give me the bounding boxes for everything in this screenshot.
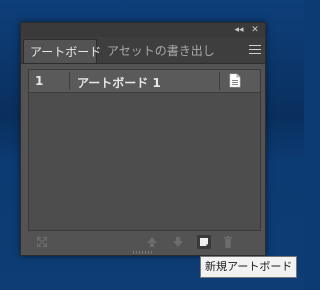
artboard-options-icon[interactable] bbox=[229, 73, 241, 88]
artboard-row[interactable]: 1 アートボード 1 bbox=[29, 70, 260, 93]
move-down-icon[interactable] bbox=[171, 235, 185, 249]
panel-title-bar[interactable]: ◂◂ ✕ bbox=[21, 23, 265, 37]
artboard-list: 1 アートボード 1 bbox=[28, 69, 261, 231]
rearrange-icon[interactable] bbox=[35, 235, 49, 249]
panel-menu-icon[interactable] bbox=[249, 45, 261, 55]
tab-asset-export[interactable]: アセットの書き出し bbox=[101, 39, 221, 63]
column-divider bbox=[69, 72, 70, 90]
artboards-panel: ◂◂ ✕ アートボード アセットの書き出し 1 アートボード 1 bbox=[20, 22, 266, 256]
resize-grip[interactable] bbox=[133, 251, 153, 254]
column-divider bbox=[219, 72, 220, 90]
collapse-panel-icon[interactable]: ◂◂ bbox=[233, 23, 245, 37]
artboard-number: 1 bbox=[35, 74, 44, 88]
new-artboard-tooltip: 新規アートボード bbox=[200, 256, 298, 278]
move-up-icon[interactable] bbox=[145, 235, 159, 249]
panel-tab-bar: アートボード アセットの書き出し bbox=[21, 37, 265, 64]
close-panel-icon[interactable]: ✕ bbox=[249, 23, 261, 37]
delete-icon[interactable] bbox=[221, 235, 235, 249]
artboard-name[interactable]: アートボード 1 bbox=[77, 74, 161, 91]
new-artboard-icon[interactable] bbox=[197, 235, 211, 249]
tab-artboards[interactable]: アートボード bbox=[23, 39, 101, 63]
